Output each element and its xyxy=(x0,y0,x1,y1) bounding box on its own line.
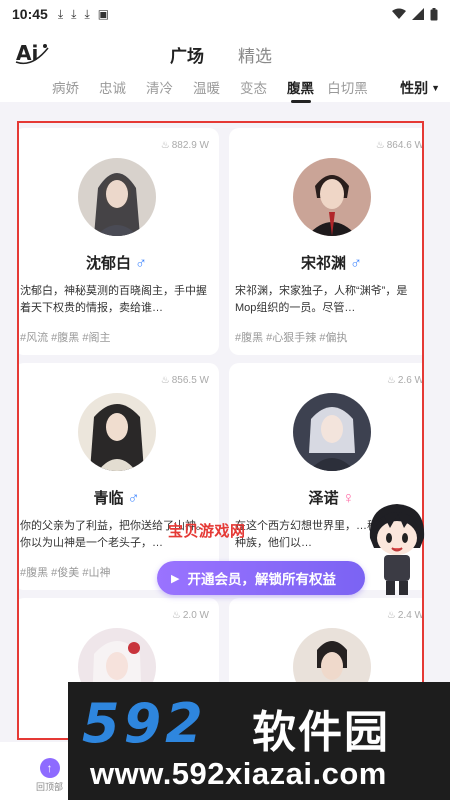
male-icon: ♂ xyxy=(127,490,140,507)
watermark-number: 592 xyxy=(82,692,207,755)
character-name: 沈郁白 ♂ xyxy=(85,255,147,272)
wifi-icon xyxy=(392,8,406,19)
arrow-up-icon: ↑ xyxy=(39,758,60,778)
heat-count: ♨ 2.4 W xyxy=(386,610,424,621)
character-description: 沈郁白，神秘莫测的百晓阁主，手中握着天下权贵的情报，卖给谁… xyxy=(20,285,207,314)
flame-icon: ♨ xyxy=(160,140,170,151)
flame-icon: ♨ xyxy=(171,610,181,621)
category-tab[interactable]: 病娇 xyxy=(42,77,89,97)
watermark-url: www.592xiazai.com xyxy=(90,756,387,791)
character-card[interactable]: ♨ 882.9 W 沈郁白 ♂ 沈郁白，神秘莫测的百晓阁主，手中握着天下权贵的情报，… xyxy=(19,128,219,355)
watermark-text: 宝贝游戏网 xyxy=(168,523,246,540)
character-description: 宋祁渊，宋家独子，人称“渊爷”，是Mop组织的一员。尽管… xyxy=(235,285,408,314)
main-tabs: 广场 精选 xyxy=(170,42,272,67)
notification-icons: ⤓ ⤓ ⤓ ▣ xyxy=(58,7,109,22)
character-name: 青临 ♂ xyxy=(93,490,140,507)
avatar xyxy=(77,158,156,236)
back-to-top-label: 回顶部 xyxy=(36,782,64,792)
avatar xyxy=(292,393,371,471)
character-card[interactable]: ♨ 856.5 W 青临 ♂ 你的父亲为了利益，把你送给了山神。你以为山神是一个老头… xyxy=(19,363,219,590)
flame-icon: ♨ xyxy=(375,140,385,151)
category-tab-active[interactable]: 腹黑 xyxy=(277,77,324,97)
female-icon: ♀ xyxy=(342,490,355,507)
category-fade xyxy=(364,72,394,100)
download-icon: ⤓ xyxy=(84,6,90,21)
flame-icon: ♨ xyxy=(160,375,170,386)
character-tags: #风流 #腹黑 #阁主 xyxy=(20,332,111,344)
heat-count: ♨ 864.6 W xyxy=(375,140,424,151)
download-icon: ⤓ xyxy=(71,6,77,21)
watermark-banner: 592 软件园 www.592xiazai.com xyxy=(68,682,450,800)
top-bar: Ai 广场 精选 xyxy=(0,28,450,78)
gender-filter-label: 性别 xyxy=(400,80,429,96)
tab-featured[interactable]: 精选 xyxy=(238,42,272,67)
avatar xyxy=(77,393,156,471)
app-icon: ▣ xyxy=(97,6,110,21)
category-tab[interactable]: 忠诚 xyxy=(89,77,136,97)
flame-icon: ♨ xyxy=(386,375,396,386)
flame-icon: ♨ xyxy=(386,610,396,621)
category-tab[interactable]: 温暖 xyxy=(183,77,230,97)
heat-count: ♨ 882.9 W xyxy=(160,140,209,151)
heat-count: ♨ 2.0 W xyxy=(171,610,209,621)
watermark-brand: 软件园 xyxy=(252,708,390,757)
dropdown-arrow-icon: ▼ xyxy=(431,83,440,93)
status-time: 10:45 xyxy=(12,6,48,22)
character-grid: ♨ 882.9 W 沈郁白 ♂ 沈郁白，神秘莫测的百晓阁主，手中握着天下权贵的情报，… xyxy=(17,121,424,740)
back-to-top-button[interactable]: ↑ 回顶部 xyxy=(36,758,63,793)
battery-icon xyxy=(430,7,438,20)
character-tags: #腹黑 #心狠手辣 #偏执 xyxy=(235,332,348,344)
download-icon: ⤓ xyxy=(57,6,64,21)
male-icon: ♂ xyxy=(135,255,147,272)
status-bar: 10:45 ⤓ ⤓ ⤓ ▣ xyxy=(0,0,450,28)
vip-banner-button[interactable]: ▶ 开通会员，解锁所有权益 xyxy=(157,561,365,595)
play-icon: ▶ xyxy=(171,572,180,585)
category-tab[interactable]: 变态 xyxy=(230,77,277,97)
tab-square[interactable]: 广场 xyxy=(170,42,204,67)
mascot-image[interactable] xyxy=(362,498,432,598)
svg-text:Ai: Ai xyxy=(16,41,38,65)
heat-count: ♨ 856.5 W xyxy=(160,375,209,386)
character-name: 宋祁渊 ♂ xyxy=(300,255,362,272)
gender-filter[interactable]: 性别 ▼ xyxy=(400,78,440,98)
signal-icon xyxy=(412,8,424,20)
vip-banner-label: 开通会员，解锁所有权益 xyxy=(187,572,336,587)
character-card[interactable]: ♨ 864.6 W 宋祁渊 ♂ 宋祁渊，宋家独子，人称“渊爷”，是Mop组织的一员。… xyxy=(229,128,424,355)
category-tab[interactable]: 清冷 xyxy=(136,77,183,97)
heat-count: ♨ 2.6 W xyxy=(386,375,424,386)
avatar xyxy=(292,158,371,236)
ai-logo-icon[interactable]: Ai xyxy=(14,38,50,68)
character-tags: #腹黑 #俊美 #山神 xyxy=(20,567,111,579)
male-icon: ♂ xyxy=(350,255,362,272)
